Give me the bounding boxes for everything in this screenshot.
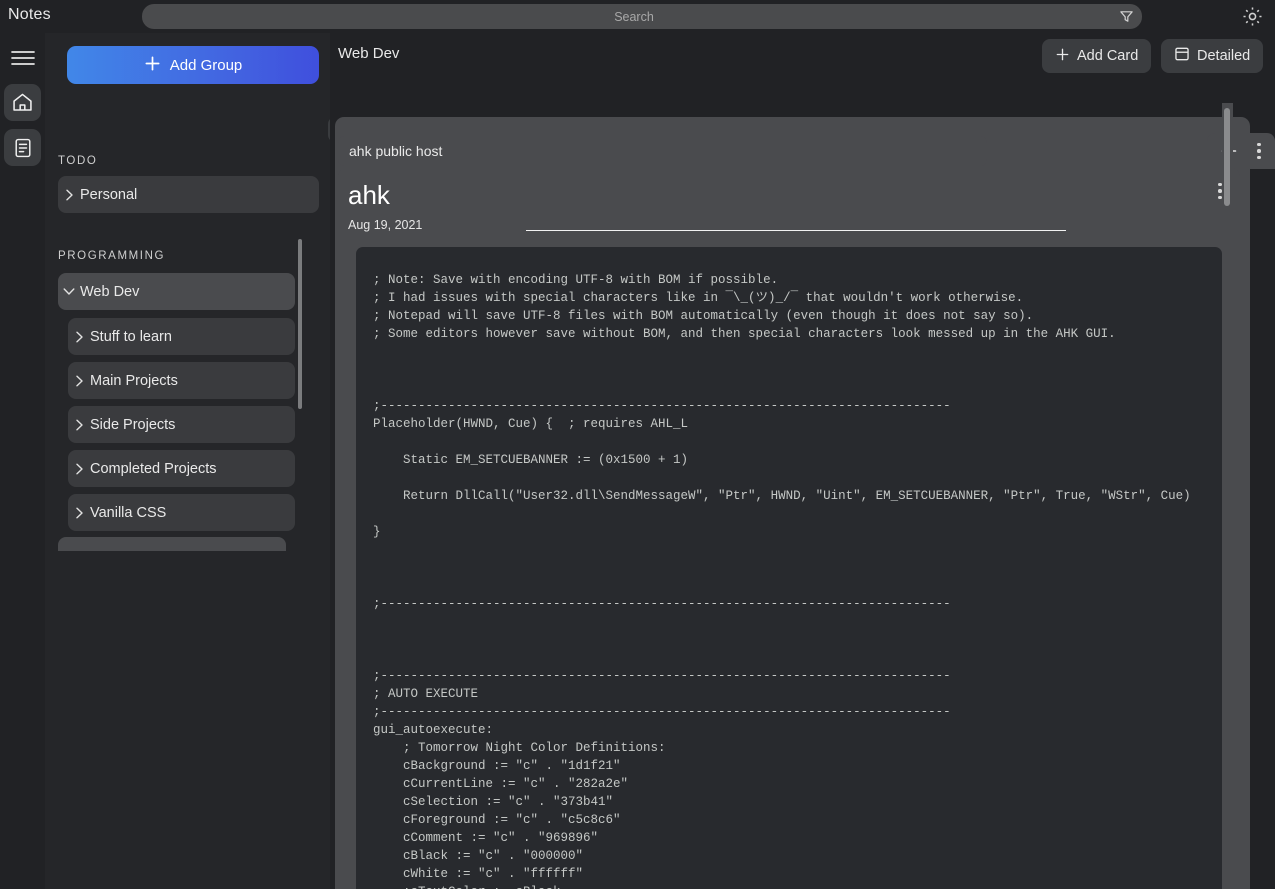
sidebar-item-label: Side Projects [90, 416, 176, 433]
detailed-label: Detailed [1197, 48, 1251, 64]
icon-rail [0, 33, 45, 889]
chevron-right-icon [68, 507, 90, 519]
chevron-right-icon [68, 331, 90, 343]
card-title: ahk [348, 180, 390, 210]
kebab-dot [1257, 142, 1261, 147]
kebab-dot [1257, 155, 1261, 160]
plus-icon [144, 55, 161, 76]
kebab-dot [1257, 149, 1261, 153]
chevron-right-icon [68, 419, 90, 431]
chevron-down-icon [58, 287, 80, 296]
list-title[interactable]: ahk public host [338, 136, 987, 166]
sidebar-item-web-dev[interactable]: Web Dev [58, 273, 295, 310]
sidebar-item-label: Main Projects [90, 372, 178, 389]
search-bar[interactable] [142, 4, 1142, 29]
groups-sidebar: Add Group TODO Personal PROGRAMMING Web … [45, 33, 330, 889]
card-scrollbar-thumb[interactable] [1224, 108, 1230, 206]
board-area: ahk public host ahk Aug 19, 2021 ; Note:… [330, 81, 1275, 889]
add-card-label: Add Card [1077, 48, 1139, 64]
code-panel[interactable]: ; Note: Save with encoding UTF-8 with BO… [356, 247, 1222, 889]
sidebar-item-label: Stuff to learn [90, 328, 172, 345]
hamburger-menu-icon[interactable] [4, 39, 41, 76]
notes-app-window: Notes Search Add Group TODO Personal PRO… [0, 0, 1275, 889]
sidebar-section-label-programming: PROGRAMMING [58, 250, 166, 262]
search-input[interactable] [142, 5, 1142, 28]
sidebar-item-label: Personal [80, 186, 138, 203]
main-content: Web Dev Add Card Detailed ahk public hos… [330, 33, 1275, 889]
sidebar-item-partial[interactable] [58, 537, 286, 551]
card-scrollbar-track[interactable] [1222, 103, 1233, 889]
home-icon[interactable] [4, 84, 41, 121]
chevron-right-icon [68, 463, 90, 475]
chevron-right-icon [68, 375, 90, 387]
sidebar-item-side-projects[interactable]: Side Projects [68, 406, 295, 443]
sidebar-item-label: Web Dev [80, 283, 140, 300]
settings-gear-icon[interactable] [1241, 5, 1264, 28]
list-menu-button[interactable] [1249, 138, 1269, 164]
card-date: Aug 19, 2021 [348, 218, 423, 232]
notes-document-icon[interactable] [4, 129, 41, 166]
main-header: Web Dev Add Card Detailed [330, 33, 1275, 81]
add-group-label: Add Group [169, 56, 243, 74]
card-layout-icon [1174, 46, 1190, 66]
sidebar-item-personal[interactable]: Personal [58, 176, 319, 213]
sidebar-item-vanilla-css[interactable]: Vanilla CSS [68, 494, 295, 531]
sidebar-item-stuff-to-learn[interactable]: Stuff to learn [68, 318, 295, 355]
sidebar-item-label: Completed Projects [90, 460, 217, 477]
card-code-content: ; Note: Save with encoding UTF-8 with BO… [373, 273, 1191, 889]
sidebar-item-label: Vanilla CSS [90, 504, 167, 521]
sidebar-section-label-todo: TODO [58, 155, 98, 167]
add-group-button[interactable]: Add Group [67, 46, 319, 84]
list-actions [1207, 133, 1275, 169]
list-title-label: ahk public host [349, 143, 443, 159]
app-brand-title: Notes [8, 6, 51, 23]
sidebar-item-completed-projects[interactable]: Completed Projects [68, 450, 295, 487]
page-title: Web Dev [338, 45, 400, 62]
funnel-filter-icon[interactable] [1119, 9, 1134, 24]
add-card-button[interactable]: Add Card [1042, 39, 1152, 73]
sidebar-scrollbar[interactable] [298, 239, 302, 409]
card-divider [526, 230, 1066, 231]
note-card[interactable]: ahk Aug 19, 2021 ; Note: Save with encod… [338, 168, 1240, 889]
sidebar-item-main-projects[interactable]: Main Projects [68, 362, 295, 399]
chevron-right-icon [58, 189, 80, 201]
plus-icon [1055, 47, 1070, 66]
top-bar: Notes [0, 0, 1275, 33]
detailed-view-button[interactable]: Detailed [1161, 39, 1264, 73]
